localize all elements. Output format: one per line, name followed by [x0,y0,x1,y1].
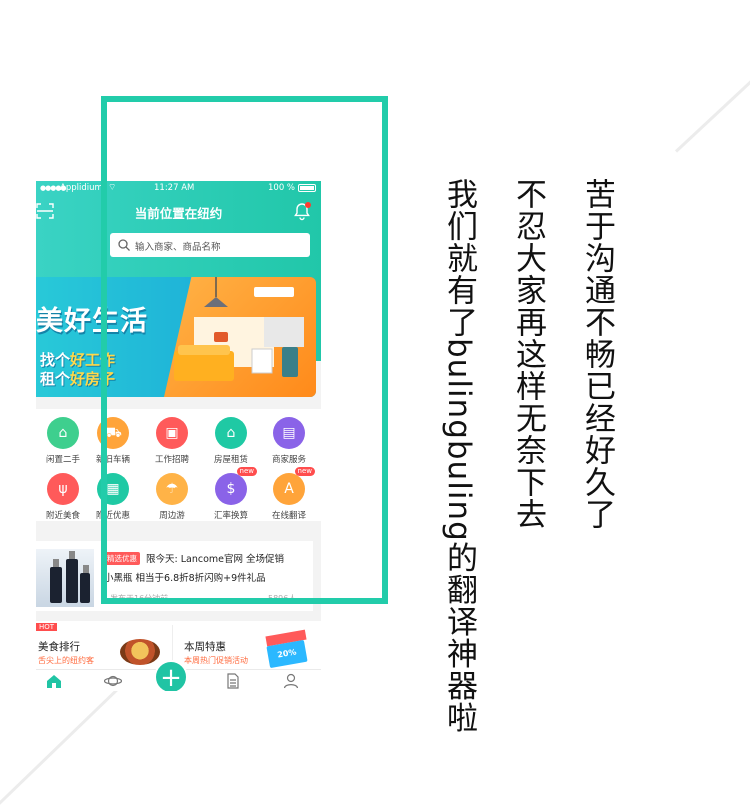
home-icon[interactable] [45,673,63,689]
card-subtitle: 舌尖上的纽约客 [38,656,94,665]
planet-icon[interactable] [104,673,122,689]
basket-icon: ⌂ [47,417,79,449]
product-image [36,549,94,607]
card-subtitle: 本周热门促销活动 [184,656,248,665]
card-title: 美食排行 [38,641,80,653]
highlight-frame [101,96,388,604]
carrier-name: Applidium [60,183,103,193]
profile-icon[interactable] [282,673,300,689]
headline-line-1: 苦于沟通不畅已经好久了 [579,178,615,530]
card-title: 本周特惠 [184,641,226,653]
document-icon[interactable] [224,673,242,689]
decorative-line-top [674,75,750,153]
plus-button[interactable]: + [154,660,188,691]
headline-line-3: 我们就有了bulingbuling的翻译神器啦 [441,178,477,734]
decorative-line-bottom [0,686,121,811]
tab-bar: + [36,660,321,691]
hot-badge: HOT [36,623,58,631]
food-image [120,639,160,665]
headline-line-2: 不忍大家再这样无奈下去 [510,178,546,530]
fork-knife-icon: ψ [47,473,79,505]
